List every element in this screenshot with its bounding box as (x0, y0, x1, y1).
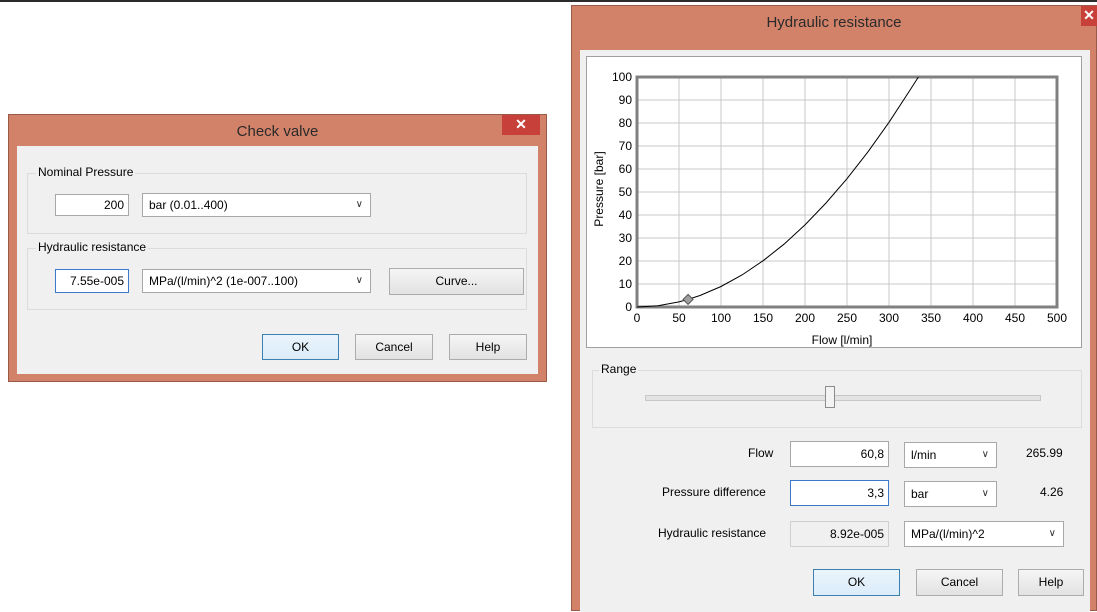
close-icon[interactable]: ✕ (502, 115, 540, 135)
flow-unit-select[interactable]: l/min ∨ (904, 442, 997, 468)
chart-ticks: 0 50 100 150 200 250 300 350 400 450 500 0 10 20 30 40 5… (612, 70, 1067, 325)
hydraulic-resistance-input[interactable]: 7.55e-005 (55, 269, 129, 293)
range-slider-thumb[interactable] (825, 386, 836, 408)
x-tick-label: 250 (837, 311, 857, 325)
chart-grid (635, 75, 1059, 309)
chevron-down-icon: ∨ (981, 488, 989, 499)
chevron-down-icon: ∨ (1048, 528, 1056, 539)
y-tick-label: 10 (619, 277, 633, 291)
nominal-pressure-unit-select[interactable]: bar (0.01..400) ∨ (142, 193, 371, 217)
hydraulic-resistance-label: Hydraulic resistance (36, 240, 149, 254)
y-tick-label: 40 (619, 208, 633, 222)
check-valve-title: Check valve (236, 123, 319, 140)
y-tick-label: 90 (619, 93, 633, 107)
chevron-down-icon: ∨ (981, 449, 989, 460)
pressure-flow-chart: 0 50 100 150 200 250 300 350 400 450 500 0 10 20 30 40 5… (586, 56, 1082, 348)
x-tick-label: 200 (795, 311, 815, 325)
y-tick-label: 0 (625, 300, 632, 314)
pressure-difference-label: Pressure difference (662, 485, 766, 499)
flow-label: Flow (748, 446, 774, 460)
x-axis-label: Flow [l/min] (812, 333, 873, 347)
y-tick-label: 30 (619, 231, 633, 245)
flow-readout: 265.99 (1026, 446, 1063, 460)
nominal-pressure-group: Nominal Pressure 200 bar (0.01..400) ∨ (27, 165, 527, 234)
hydraulic-title: Hydraulic resistance (766, 14, 902, 31)
nominal-pressure-unit-value: bar (0.01..400) (149, 198, 228, 212)
check-valve-dialog: Check valve ✕ Nominal Pressure 200 bar (… (8, 114, 547, 382)
hydraulic-titlebar[interactable]: Hydraulic resistance ✕ (572, 6, 1097, 36)
hydraulic-client: 0 50 100 150 200 250 300 350 400 450 500 0 10 20 30 40 5… (580, 50, 1090, 612)
nominal-pressure-input[interactable]: 200 (55, 194, 129, 216)
flow-input[interactable]: 60,8 (790, 441, 889, 467)
ok-button[interactable]: OK (813, 569, 900, 596)
check-valve-titlebar[interactable]: Check valve ✕ (9, 115, 546, 145)
x-tick-label: 300 (879, 311, 899, 325)
x-tick-label: 100 (711, 311, 731, 325)
close-icon[interactable]: ✕ (1081, 6, 1097, 26)
x-tick-label: 400 (963, 311, 983, 325)
y-tick-label: 60 (619, 162, 633, 176)
ok-button[interactable]: OK (262, 334, 339, 360)
hydraulic-resistance-row-unit-select[interactable]: MPa/(l/min)^2 ∨ (904, 521, 1064, 547)
curve-button[interactable]: Curve... (389, 268, 524, 295)
help-button[interactable]: Help (1018, 569, 1084, 596)
range-label: Range (599, 362, 639, 376)
pressure-difference-input[interactable]: 3,3 (790, 480, 889, 506)
chevron-down-icon: ∨ (355, 199, 363, 210)
x-tick-label: 350 (921, 311, 941, 325)
range-slider-track[interactable] (645, 395, 1041, 401)
pressure-difference-unit-value: bar (911, 487, 929, 501)
check-valve-client: Nominal Pressure 200 bar (0.01..400) ∨ H… (17, 146, 538, 374)
hydraulic-resistance-readonly-value: 8.92e-005 (790, 521, 889, 547)
hydraulic-resistance-window: Hydraulic resistance ✕ 0 50 100 150 200 250 30… (571, 5, 1097, 612)
top-divider (0, 0, 1097, 2)
cancel-button[interactable]: Cancel (916, 569, 1003, 596)
y-axis-label: Pressure [bar] (592, 151, 606, 226)
x-tick-label: 500 (1047, 311, 1067, 325)
hydraulic-resistance-row-label: Hydraulic resistance (658, 526, 767, 540)
chevron-down-icon: ∨ (355, 275, 363, 286)
flow-unit-value: l/min (911, 448, 937, 462)
x-tick-label: 150 (753, 311, 773, 325)
help-button[interactable]: Help (449, 334, 527, 360)
y-tick-label: 20 (619, 254, 633, 268)
y-tick-label: 70 (619, 139, 633, 153)
x-tick-label: 0 (634, 311, 641, 325)
y-tick-label: 50 (619, 185, 633, 199)
pressure-difference-unit-select[interactable]: bar ∨ (904, 481, 997, 507)
range-group: Range (592, 362, 1082, 428)
nominal-pressure-label: Nominal Pressure (36, 165, 136, 179)
hydraulic-resistance-unit-value: MPa/(l/min)^2 (1e-007..100) (149, 274, 299, 288)
operating-point-marker (682, 293, 694, 306)
y-tick-label: 100 (612, 70, 632, 84)
pressure-difference-readout: 4.26 (1040, 485, 1064, 499)
hydraulic-resistance-group: Hydraulic resistance 7.55e-005 MPa/(l/mi… (27, 240, 527, 310)
x-tick-label: 50 (672, 311, 686, 325)
hydraulic-resistance-unit-select[interactable]: MPa/(l/min)^2 (1e-007..100) ∨ (142, 269, 371, 293)
chart-canvas: 0 50 100 150 200 250 300 350 400 450 500 0 10 20 30 40 5… (592, 70, 1067, 347)
cancel-button[interactable]: Cancel (355, 334, 433, 360)
y-tick-label: 80 (619, 116, 633, 130)
hydraulic-resistance-row-unit-value: MPa/(l/min)^2 (911, 527, 985, 541)
x-tick-label: 450 (1005, 311, 1025, 325)
